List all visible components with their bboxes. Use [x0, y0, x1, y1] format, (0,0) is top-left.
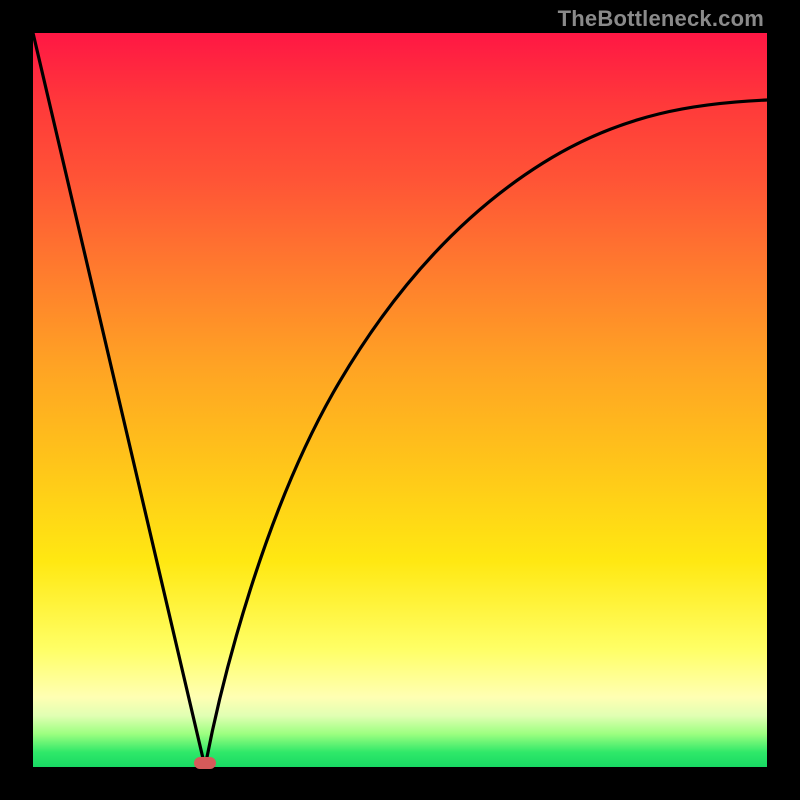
curve-path [33, 33, 767, 767]
bottleneck-curve [33, 33, 767, 767]
watermark-text: TheBottleneck.com [558, 6, 764, 32]
optimum-marker [194, 757, 216, 769]
chart-frame: TheBottleneck.com [0, 0, 800, 800]
